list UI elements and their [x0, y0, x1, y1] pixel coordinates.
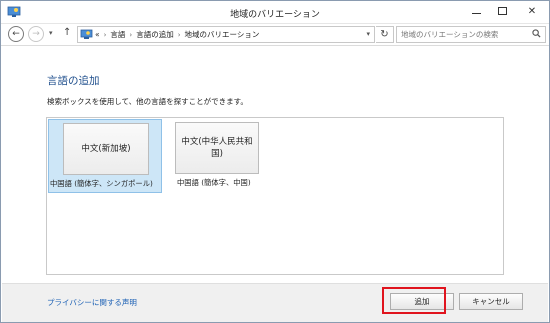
minimize-button[interactable] — [463, 1, 489, 21]
address-toolbar: ← → ▾ ↑ « › 言語 › 言語の追加 › 地域のバリエーション ▾ ↻ … — [1, 24, 549, 46]
breadcrumb-item-languages[interactable]: 言語 — [110, 29, 125, 40]
page-description: 検索ボックスを使用して、他の言語を探すことができます。 — [47, 97, 248, 106]
chevron-down-icon: ▾ — [49, 29, 53, 37]
language-tile[interactable]: 中文(新加坡) — [63, 123, 149, 175]
address-box[interactable]: « › 言語 › 言語の追加 › 地域のバリエーション ▾ — [77, 26, 375, 43]
breadcrumb-separator-icon[interactable]: › — [104, 31, 107, 39]
language-item-zh-cn[interactable]: 中文(中华人民共和国) 中国語 (簡体字、中国) — [173, 119, 273, 193]
breadcrumb-item-add-language[interactable]: 言語の追加 — [136, 29, 174, 40]
search-icon — [532, 29, 541, 38]
highlight-annotation — [382, 287, 446, 314]
language-list[interactable]: 中文(新加坡) 中国語 (簡体字、シンガポール) 中文(中华人民共和国) 中国語… — [46, 117, 504, 275]
refresh-icon: ↻ — [380, 29, 389, 40]
address-dropdown-icon[interactable]: ▾ — [366, 30, 370, 38]
window: 地域のバリエーション ✕ ← → ▾ ↑ « › 言語 › 言語の追加 › 地域… — [0, 0, 550, 323]
privacy-link[interactable]: プライバシーに関する声明 — [47, 297, 137, 308]
forward-button[interactable]: → — [28, 26, 44, 42]
language-caption: 中国語 (簡体字、中国) — [177, 178, 251, 187]
footer-bar: プライバシーに関する声明 追加 キャンセル — [2, 283, 548, 322]
back-button[interactable]: ← — [8, 26, 24, 42]
breadcrumb-overflow[interactable]: « — [95, 30, 100, 39]
breadcrumb-separator-icon[interactable]: › — [129, 31, 132, 39]
language-item-zh-sg[interactable]: 中文(新加坡) 中国語 (簡体字、シンガポール) — [48, 119, 162, 193]
refresh-button[interactable]: ↻ — [376, 26, 394, 43]
maximize-button[interactable] — [489, 1, 515, 21]
cancel-button[interactable]: キャンセル — [459, 293, 523, 310]
up-button[interactable]: ↑ — [63, 27, 71, 38]
breadcrumb-separator-icon[interactable]: › — [178, 31, 181, 39]
recent-locations-button[interactable]: ▾ — [49, 29, 53, 37]
close-button[interactable]: ✕ — [517, 1, 547, 21]
maximize-icon — [497, 7, 507, 15]
search-placeholder: 地域のバリエーションの検索 — [401, 30, 499, 39]
close-icon: ✕ — [527, 5, 537, 17]
control-panel-icon — [80, 29, 93, 39]
page-title: 言語の追加 — [47, 75, 100, 87]
title-bar: 地域のバリエーション ✕ — [1, 1, 549, 24]
language-tile[interactable]: 中文(中华人民共和国) — [175, 122, 259, 174]
breadcrumb-item-regional-variants[interactable]: 地域のバリエーション — [185, 29, 260, 40]
language-caption: 中国語 (簡体字、シンガポール) — [50, 179, 153, 188]
back-arrow-icon: ← — [12, 29, 20, 39]
search-input[interactable]: 地域のバリエーションの検索 — [396, 26, 546, 43]
minimize-icon — [471, 12, 481, 14]
up-arrow-icon: ↑ — [63, 27, 72, 38]
forward-arrow-icon: → — [32, 29, 40, 39]
